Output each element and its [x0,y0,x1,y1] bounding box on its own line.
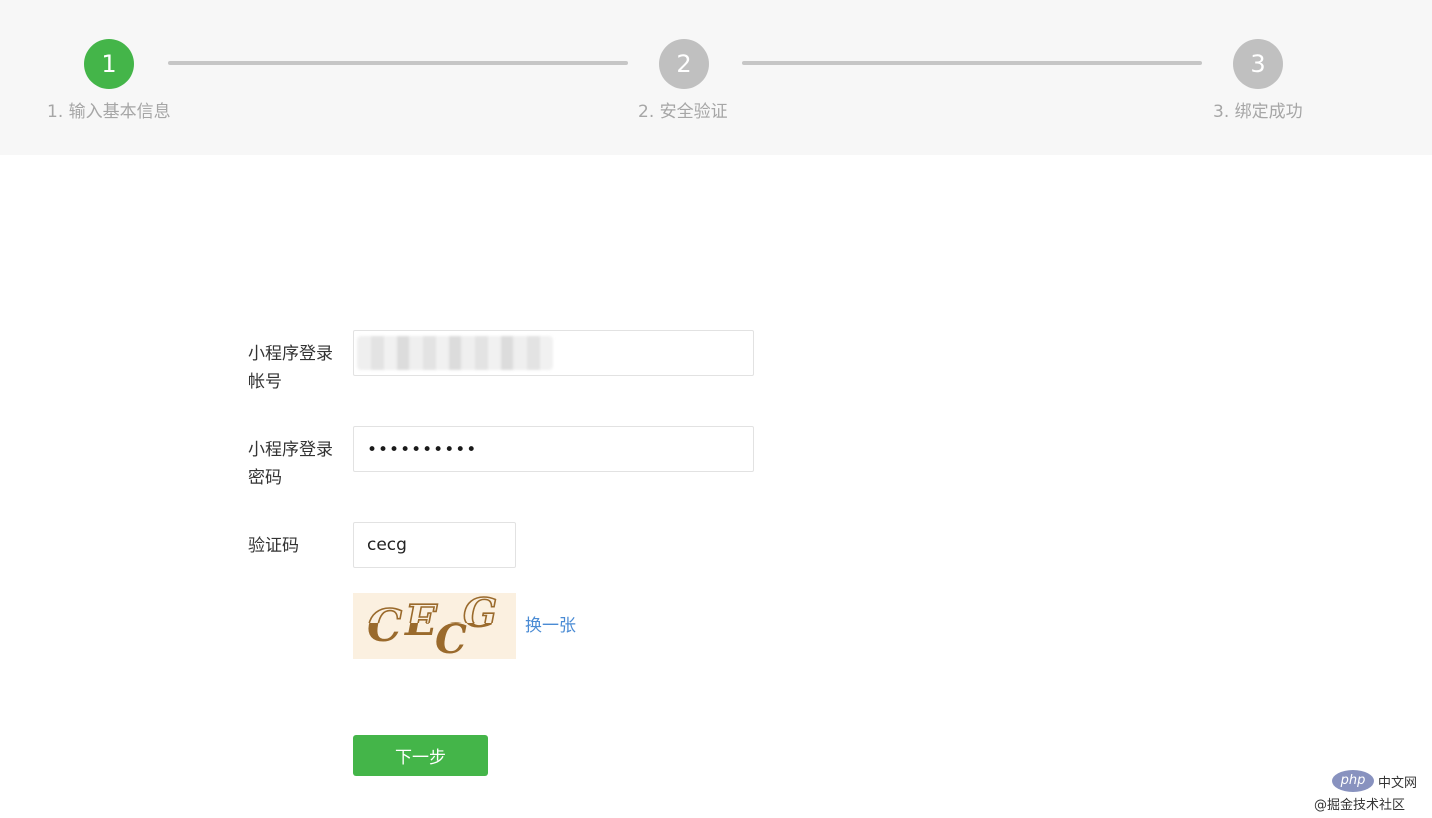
php-logo: php [1332,770,1374,792]
step-1-circle: 1 [84,39,134,89]
account-blur-mask [357,336,553,370]
step-2-circle: 2 [659,39,709,89]
password-label: 小程序登录 密码 [248,436,343,492]
captcha-refresh-link[interactable]: 换一张 [525,611,576,636]
account-label-line1: 小程序登录 [248,344,333,364]
password-label-line1: 小程序登录 [248,440,333,460]
steps-header: 1 2 3 1. 输入基本信息 2. 安全验证 3. 绑定成功 [0,0,1432,155]
password-mask: •••••••••• [367,440,478,460]
step-2-number: 2 [676,50,692,78]
captcha-image: C E C G C E C G [353,593,516,659]
step-1-label: 1. 输入基本信息 [47,102,171,122]
step-3-label: 3. 绑定成功 [1213,102,1303,122]
account-label: 小程序登录 帐号 [248,340,343,396]
step-1-number: 1 [101,50,117,78]
php-logo-suffix: 中文网 [1378,776,1418,791]
step-3-circle: 3 [1233,39,1283,89]
captcha-svg: C E C G C E C G [366,593,498,659]
captcha-label: 验证码 [248,536,299,556]
account-label-line2: 帐号 [248,372,282,392]
step-3-number: 3 [1250,50,1266,78]
step-connector-2 [742,61,1202,65]
site-watermark: php 中文网 @掘金技术社区 [1302,770,1426,813]
password-label-line2: 密码 [248,468,282,488]
step-connector-1 [168,61,628,65]
step-2-label: 2. 安全验证 [638,102,728,122]
next-step-button[interactable]: 下一步 [353,735,488,776]
captcha-input[interactable] [353,522,516,568]
watermark-site-text: @掘金技术社区 [1314,798,1406,813]
